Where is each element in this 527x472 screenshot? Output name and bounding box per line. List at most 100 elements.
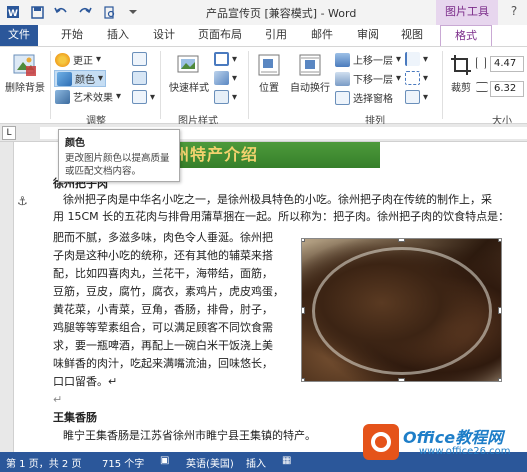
anchor-icon: ⚓ [17, 194, 28, 208]
wrap-text-button[interactable]: 自动换行 [287, 51, 333, 94]
color-button[interactable]: 颜色 ▾ [54, 70, 107, 87]
window-title: 产品宣传页 [兼容模式] - Word [206, 7, 357, 20]
proofing-icon[interactable]: ▣ [160, 455, 169, 466]
corrections-button[interactable]: 更正 ▾ [55, 52, 101, 67]
paragraph-line: 配，比如四喜肉丸，兰花干，海带结，面筋， [53, 267, 273, 280]
tab-format[interactable]: 格式 [440, 25, 492, 47]
resize-handle[interactable] [498, 378, 501, 381]
group-separator [442, 51, 443, 119]
picture-layout-button[interactable]: ▾ [214, 90, 237, 104]
macro-icon[interactable]: ▦ [282, 455, 291, 466]
tab-review[interactable]: 审阅 [350, 25, 386, 46]
compress-pictures-button[interactable] [132, 52, 147, 66]
picture-tools-context-label: 图片工具 [436, 0, 498, 25]
food-picture[interactable] [301, 238, 502, 382]
position-button[interactable]: 位置 [252, 51, 286, 94]
chevron-down-icon: ▾ [232, 72, 238, 84]
paragraph-line: 徐州把子肉是中华名小吃之一，是徐州极具特色的小吃。徐州把子肉在传统的制作上，采 [63, 193, 492, 206]
remove-background-button[interactable]: 删除背景 [4, 51, 46, 94]
print-preview-icon[interactable] [98, 2, 120, 22]
insert-mode[interactable]: 插入 [246, 455, 266, 470]
selection-pane-icon [335, 90, 350, 105]
tab-view[interactable]: 视图 [394, 25, 430, 46]
artistic-effects-label: 艺术效果 [73, 93, 113, 104]
rotate-button[interactable]: ▾ [405, 90, 428, 104]
tab-home[interactable]: 开始 [54, 25, 90, 46]
send-backward-label: 下移一层 [353, 75, 393, 86]
picture-border-button[interactable]: ▾ [214, 52, 237, 66]
corrections-label: 更正 [73, 56, 93, 67]
change-picture-button[interactable] [132, 71, 147, 85]
crop-button[interactable]: 裁剪 [446, 51, 476, 94]
resize-handle[interactable] [398, 378, 405, 381]
tab-insert[interactable]: 插入 [100, 25, 136, 46]
color-tooltip: 颜色 更改图片颜色以提高质量或匹配文档内容。 [58, 129, 180, 182]
quick-styles-button[interactable]: 快速样式 [165, 51, 213, 94]
group-separator [160, 51, 161, 119]
picture-layout-icon [214, 90, 229, 104]
vertical-ruler[interactable] [0, 142, 14, 452]
send-backward-button[interactable]: 下移一层 ▾ [335, 71, 401, 86]
customize-qat-icon[interactable] [122, 2, 144, 22]
quick-styles-label: 快速样式 [169, 83, 209, 94]
heading-wangji-xiangchang: 王集香肠 [53, 411, 97, 424]
picture-effects-button[interactable]: ▾ [214, 71, 237, 85]
chevron-down-icon: ▾ [96, 54, 102, 65]
selection-pane-button[interactable]: 选择窗格 [335, 90, 393, 105]
artistic-effects-button[interactable]: 艺术效果 ▾ [55, 89, 121, 104]
paragraph-line: 睢宁王集香肠是江苏省徐州市睢宁县王集镇的特产。 [63, 429, 316, 442]
resize-handle[interactable] [398, 239, 405, 242]
word-app-icon[interactable]: W [2, 2, 24, 22]
save-icon[interactable] [26, 2, 48, 22]
resize-handle[interactable] [498, 307, 501, 314]
picture-border-icon [214, 52, 229, 66]
chevron-down-icon: ▾ [423, 91, 429, 103]
language-indicator[interactable]: 英语(美国) [186, 455, 234, 470]
tab-file[interactable]: 文件 [0, 25, 38, 46]
resize-handle[interactable] [302, 378, 305, 381]
undo-icon[interactable] [50, 2, 72, 22]
redo-icon[interactable] [74, 2, 96, 22]
chevron-down-icon: ▾ [423, 53, 429, 65]
height-input[interactable]: 4.47 [490, 56, 524, 72]
resize-handle[interactable] [498, 239, 501, 242]
tab-design[interactable]: 设计 [146, 25, 182, 46]
group-separator [50, 51, 51, 119]
selection-pane-label: 选择窗格 [353, 94, 393, 105]
tab-selector[interactable]: L [2, 126, 16, 140]
chevron-down-icon: ▾ [150, 91, 156, 103]
group-objects-button[interactable]: ▾ [405, 71, 428, 85]
word-count[interactable]: 715 个字 [102, 455, 144, 470]
paragraph-line: 黄花菜，小青菜，豆角，香肠，排骨，肘子， [53, 303, 273, 316]
paragraph-line: 味鲜香的肉汁，吃起来满嘴流油，回味悠长， [53, 357, 273, 370]
chevron-down-icon: ▾ [116, 91, 122, 102]
ribbon: 删除背景 更正 ▾ 颜色 ▾ 艺术效果 ▾ ▾ 调整 快速样式 ▾ ▾ ▾ 图片… [0, 46, 527, 127]
width-input[interactable]: 6.32 [490, 81, 524, 97]
bring-forward-button[interactable]: 上移一层 ▾ [335, 52, 401, 67]
paragraph-line: 肥而不腻，多滋多味，肉色令人垂涎。徐州把 [53, 231, 273, 244]
rotate-icon [405, 90, 420, 104]
crop-label: 裁剪 [451, 83, 471, 94]
help-icon[interactable]: ? [505, 4, 523, 20]
resize-handle[interactable] [302, 239, 305, 242]
picture-effects-icon [214, 71, 229, 85]
position-icon [254, 51, 284, 79]
tab-mailings[interactable]: 邮件 [304, 25, 340, 46]
resize-handle[interactable] [302, 307, 305, 314]
reset-picture-button[interactable]: ▾ [132, 90, 155, 104]
site-watermark: Office教程网 www.office26.com [363, 420, 523, 464]
bring-forward-icon [335, 52, 350, 67]
tab-page-layout[interactable]: 页面布局 [192, 25, 248, 46]
watermark-url: www.office26.com [419, 446, 511, 457]
chevron-down-icon: ▾ [232, 91, 238, 103]
paragraph-line: 子肉是这种小吃的统称，还有其他的辅菜来搭 [53, 249, 273, 262]
quick-access-toolbar: W [2, 2, 144, 22]
align-button[interactable]: ▾ [405, 52, 428, 66]
page-count[interactable]: 第 1 页，共 2 页 [6, 455, 81, 470]
chevron-down-icon: ▾ [98, 73, 104, 84]
document-page[interactable]: 徐州特产介绍 ⚓ 徐州把子肉 徐州把子肉是中华名小吃之一，是徐州极具特色的小吃。… [15, 142, 527, 452]
tab-references[interactable]: 引用 [258, 25, 294, 46]
artistic-effects-icon [55, 89, 70, 104]
chevron-down-icon: ▾ [396, 54, 402, 65]
align-icon [405, 52, 420, 66]
